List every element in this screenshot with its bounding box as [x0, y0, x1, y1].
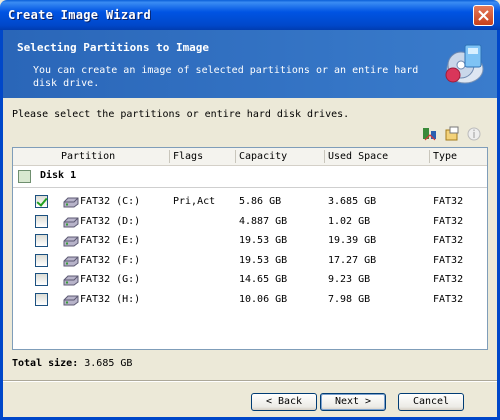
column-partition[interactable]: Partition: [61, 151, 115, 162]
total-size-label: Total size:: [12, 358, 79, 369]
partition-list[interactable]: Partition Flags Capacity Used Space Type…: [12, 147, 488, 350]
partition-checkbox[interactable]: [35, 273, 48, 286]
partition-capacity: 10.06 GB: [239, 293, 288, 305]
partition-row[interactable]: FAT32 (D:) 4.887 GB 1.02 GB FAT32: [13, 213, 487, 232]
disk-row[interactable]: Disk 1: [13, 166, 487, 188]
partition-name: FAT32 (F:): [80, 254, 141, 266]
disk-checkbox[interactable]: [18, 170, 31, 183]
partition-name: FAT32 (D:): [80, 215, 141, 227]
hard-drive-icon: [63, 295, 79, 305]
instruction-text: Please select the partitions or entire h…: [12, 109, 350, 120]
partition-used-space: 1.02 GB: [328, 215, 371, 227]
properties-icon[interactable]: [444, 126, 460, 142]
partition-row[interactable]: FAT32 (G:) 14.65 GB 9.23 GB FAT32: [13, 271, 487, 290]
partition-row[interactable]: FAT32 (C:) Pri,Act 5.86 GB 3.685 GB FAT32: [13, 193, 487, 212]
cancel-button[interactable]: Cancel: [398, 393, 464, 411]
partition-used-space: 7.98 GB: [328, 293, 371, 305]
partition-used-space: 9.23 GB: [328, 274, 371, 285]
partition-type: FAT32: [433, 215, 464, 227]
hard-drive-icon: [63, 197, 79, 208]
disk-image-wizard-icon: [445, 44, 484, 84]
close-button[interactable]: [473, 5, 494, 26]
total-size-value: 3.685 GB: [84, 358, 133, 369]
partition-row[interactable]: FAT32 (E:) 19.53 GB 19.39 GB FAT32: [13, 232, 487, 251]
partition-checkbox[interactable]: [35, 234, 48, 247]
partition-type: FAT32: [433, 274, 464, 285]
title-bar: Create Image Wizard: [0, 0, 500, 30]
partition-type: FAT32: [433, 254, 464, 266]
partition-name: FAT32 (E:): [80, 235, 141, 246]
partition-capacity: 5.86 GB: [239, 196, 282, 207]
divider: [13, 187, 487, 188]
partition-name: FAT32 (C:): [80, 196, 141, 207]
partition-used-space: 17.27 GB: [328, 254, 377, 266]
close-icon: [478, 10, 489, 21]
hard-drive-icon: [63, 236, 79, 247]
step-title: Selecting Partitions to Image: [17, 41, 210, 54]
partition-capacity: 19.53 GB: [239, 254, 288, 266]
partition-checkbox[interactable]: [35, 292, 48, 306]
sort-icon[interactable]: [422, 126, 438, 142]
hard-drive-icon: [63, 275, 79, 286]
partition-capacity: 4.887 GB: [239, 215, 288, 227]
partition-type: FAT32: [433, 293, 464, 305]
partition-capacity: 19.53 GB: [239, 235, 288, 246]
partition-checkbox[interactable]: [35, 253, 48, 267]
wizard-header: Selecting Partitions to Image You can cr…: [3, 30, 497, 98]
column-type[interactable]: Type: [433, 151, 457, 162]
partition-type: FAT32: [433, 235, 464, 246]
partition-type: FAT32: [433, 196, 464, 207]
partition-used-space: 19.39 GB: [328, 235, 377, 246]
hard-drive-icon: [63, 256, 79, 266]
partition-row[interactable]: FAT32 (H:) 10.06 GB 7.98 GB FAT32: [13, 291, 487, 310]
column-flags[interactable]: Flags: [173, 151, 203, 162]
disk-label: Disk 1: [40, 170, 77, 181]
column-capacity[interactable]: Capacity: [239, 151, 287, 162]
partition-flags: Pri,Act: [173, 196, 216, 207]
partition-row[interactable]: FAT32 (F:) 19.53 GB 17.27 GB FAT32: [13, 252, 487, 271]
partition-capacity: 14.65 GB: [239, 274, 288, 285]
info-icon: [466, 126, 482, 142]
hard-drive-icon: [63, 217, 79, 227]
step-description: You can create an image of selected part…: [33, 65, 419, 89]
partition-name: FAT32 (H:): [80, 293, 141, 305]
partition-name: FAT32 (G:): [80, 274, 141, 285]
column-used-space[interactable]: Used Space: [328, 151, 388, 162]
next-button[interactable]: Next >: [320, 393, 386, 411]
footer-divider: [3, 380, 497, 382]
column-header: Partition Flags Capacity Used Space Type: [13, 148, 487, 166]
partition-used-space: 3.685 GB: [328, 196, 377, 207]
partition-checkbox[interactable]: [35, 195, 48, 208]
total-size: Total size: 3.685 GB: [12, 358, 132, 369]
list-toolbar: [420, 126, 490, 144]
partition-checkbox[interactable]: [35, 214, 48, 228]
back-button[interactable]: < Back: [251, 393, 317, 411]
window-title: Create Image Wizard: [8, 8, 151, 22]
